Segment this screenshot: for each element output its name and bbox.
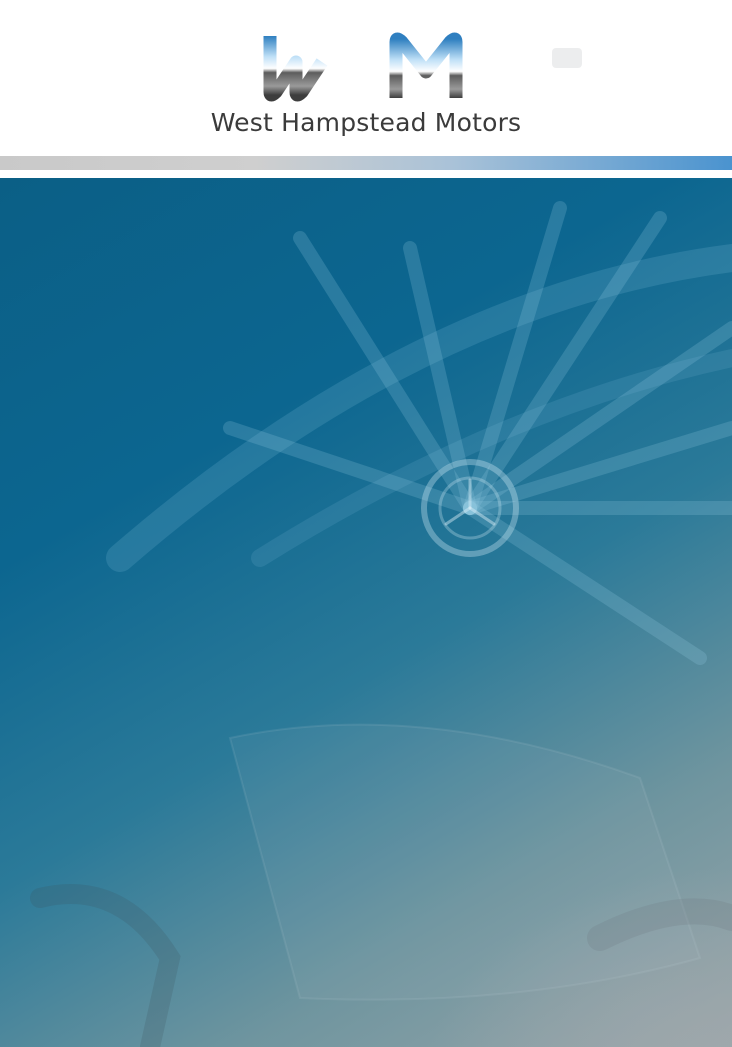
brand-name: West Hampstead Motors — [210, 108, 522, 137]
engine-cover — [228, 723, 702, 1001]
faint-mark-icon — [552, 48, 582, 68]
header: West Hampstead Motors — [0, 0, 732, 156]
cover-page: West Hampstead Motors — [0, 0, 732, 1047]
whm-logo-icon — [263, 32, 463, 102]
engine-hose — [30, 884, 181, 1047]
hero-image — [0, 178, 732, 1047]
wheel-engine-photo — [30, 201, 732, 1047]
header-stripe — [0, 156, 732, 170]
